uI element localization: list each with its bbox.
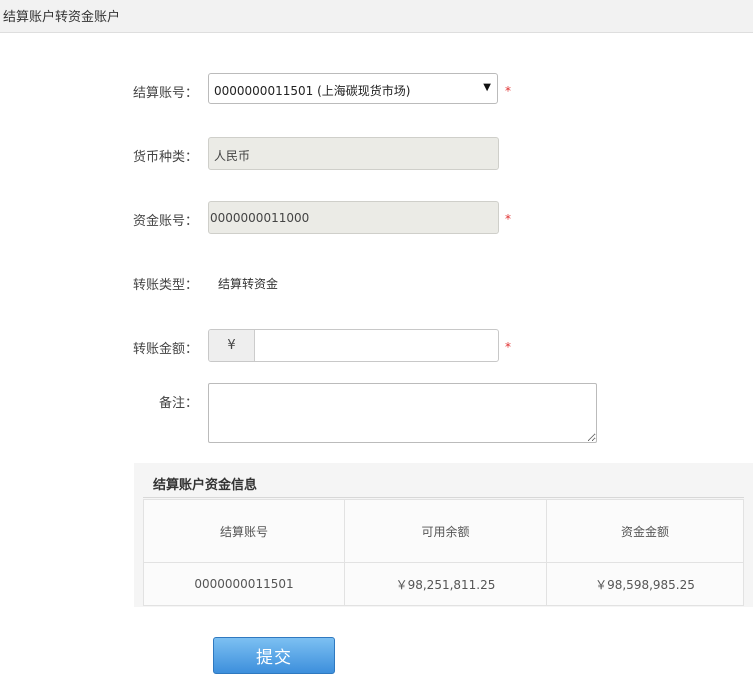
remark-textarea[interactable] <box>208 383 597 443</box>
fund-account-value: 0000000011000 <box>210 211 310 225</box>
settle-account-value: 0000000011501 (上海碳现货市场) <box>214 84 411 98</box>
fund-account-label: 资金账号： <box>132 214 198 229</box>
amount-group: ¥ <box>208 329 499 362</box>
currency-symbol: ¥ <box>209 330 255 361</box>
fund-account-field: 0000000011000 <box>208 201 499 234</box>
column-header: 可用余额 <box>344 499 547 563</box>
top-bar: 结算账户转资金账户 <box>0 0 753 33</box>
fund-amount-cell: ￥98,598,985.25 <box>546 562 744 606</box>
remark-label: 备注： <box>158 396 198 411</box>
amount-input[interactable] <box>255 330 498 361</box>
settle-account-cell: 0000000011501 <box>143 562 345 606</box>
table-header-row: 结算账号 可用余额 资金金额 <box>143 499 744 563</box>
page-title: 结算账户转资金账户 <box>3 10 121 25</box>
column-header: 资金金额 <box>546 499 744 563</box>
currency-field: 人民币 <box>208 137 499 170</box>
column-header: 结算账号 <box>143 499 345 563</box>
settle-account-select[interactable]: 0000000011501 (上海碳现货市场) ▼ <box>208 73 498 104</box>
currency-label: 货币种类： <box>132 150 198 165</box>
table-row: 0000000011501 ￥98,251,811.25 ￥98,598,985… <box>143 562 744 606</box>
required-mark: * <box>505 84 511 98</box>
available-balance-cell: ￥98,251,811.25 <box>344 562 547 606</box>
transfer-type-label: 转账类型： <box>132 278 198 293</box>
settle-account-label: 结算账号： <box>132 86 198 101</box>
account-info-panel: 结算账户资金信息 结算账号 可用余额 资金金额 0000000011501 ￥9… <box>134 463 753 607</box>
amount-label: 转账金额： <box>132 342 198 357</box>
transfer-type-value: 结算转资金 <box>218 277 279 291</box>
required-mark: * <box>505 340 511 354</box>
required-mark: * <box>505 212 511 226</box>
account-info-table: 结算账号 可用余额 资金金额 0000000011501 ￥98,251,811… <box>143 499 744 606</box>
divider <box>143 497 744 498</box>
currency-value: 人民币 <box>214 149 251 163</box>
info-title: 结算账户资金信息 <box>153 478 258 493</box>
dropdown-arrow-icon: ▼ <box>483 82 491 93</box>
submit-button[interactable]: 提交 <box>213 637 335 674</box>
